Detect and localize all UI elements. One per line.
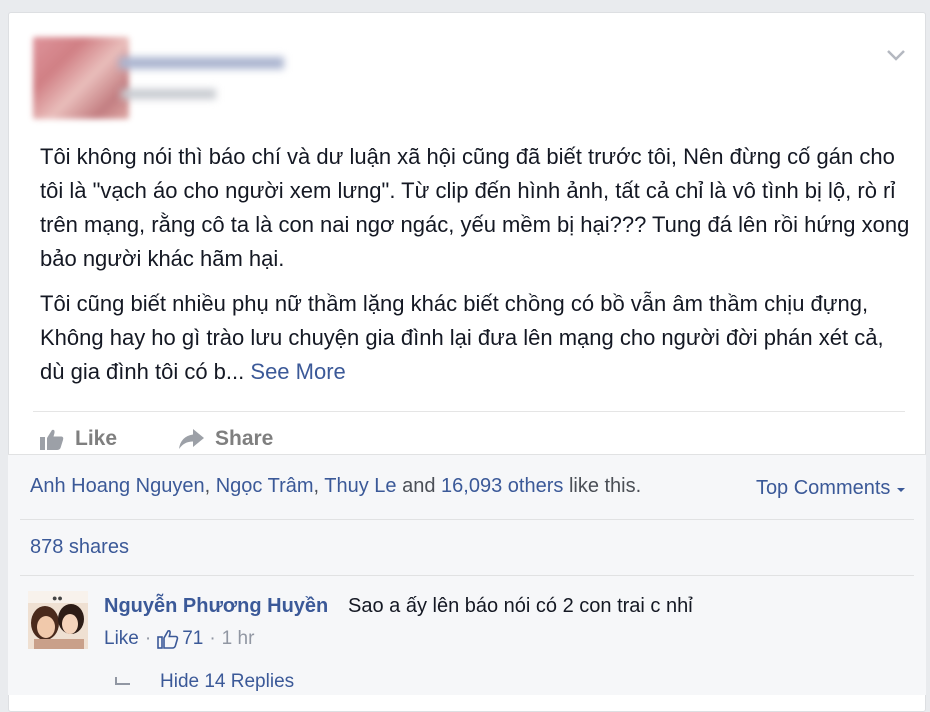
others-link[interactable]: 16,093 others xyxy=(441,475,563,497)
liker-link-1[interactable]: Anh Hoang Nguyen xyxy=(30,475,205,497)
chevron-down-icon[interactable] xyxy=(885,47,907,63)
author-avatar-blurred[interactable] xyxy=(33,37,129,119)
caret-down-icon xyxy=(897,488,905,492)
comment-meta: Like · 71 · 1 hr xyxy=(104,628,255,650)
comment-text: Sao a ấy lên báo nói có 2 con trai c nhỉ xyxy=(348,595,693,617)
divider xyxy=(20,575,914,576)
comment-like-button[interactable]: Like xyxy=(104,628,139,650)
thumbs-up-icon xyxy=(40,429,64,450)
reply-arrow-icon xyxy=(115,677,130,685)
commenter-avatar[interactable]: ●● xyxy=(28,591,88,649)
see-more-link[interactable]: See More xyxy=(250,359,345,384)
post-paragraph-1: Tôi không nói thì báo chí và dư luận xã … xyxy=(40,144,910,271)
shares-count[interactable]: 878 shares xyxy=(30,536,129,559)
likes-summary: Anh Hoang Nguyen, Ngọc Trâm, Thuy Le and… xyxy=(30,475,642,497)
comments-section: Anh Hoang Nguyen, Ngọc Trâm, Thuy Le and… xyxy=(8,454,926,695)
divider xyxy=(20,519,914,520)
and-text: and xyxy=(402,475,436,497)
share-arrow-icon xyxy=(179,429,204,449)
thumbs-up-icon[interactable] xyxy=(157,629,179,649)
author-name-blurred[interactable] xyxy=(119,57,284,69)
share-button[interactable]: Share xyxy=(177,423,273,455)
comment-like-count[interactable]: 71 xyxy=(182,628,203,650)
hide-replies-link[interactable]: Hide 14 Replies xyxy=(160,671,294,693)
post-text: Tôi không nói thì báo chí và dư luận xã … xyxy=(40,140,910,389)
like-this-text: like this. xyxy=(568,475,642,497)
top-comments-dropdown[interactable]: Top Comments xyxy=(756,477,906,500)
post-paragraph-2: Tôi cũng biết nhiều phụ nữ thầm lặng khá… xyxy=(40,287,910,389)
liker-link-3[interactable]: Thuy Le xyxy=(324,475,396,497)
commenter-name[interactable]: Nguyễn Phương Huyền xyxy=(104,595,328,618)
top-comments-label: Top Comments xyxy=(755,477,891,499)
comment-timestamp[interactable]: 1 hr xyxy=(222,628,255,650)
svg-text:●●: ●● xyxy=(52,593,63,603)
divider xyxy=(33,411,905,412)
liker-link-2[interactable]: Ngọc Trâm xyxy=(216,475,314,497)
like-button[interactable]: Like xyxy=(39,423,117,455)
share-label: Share xyxy=(215,427,274,450)
like-label: Like xyxy=(75,427,118,450)
post-meta-blurred xyxy=(121,89,216,99)
post-paragraph-2-text: Tôi cũng biết nhiều phụ nữ thầm lặng khá… xyxy=(40,291,884,384)
